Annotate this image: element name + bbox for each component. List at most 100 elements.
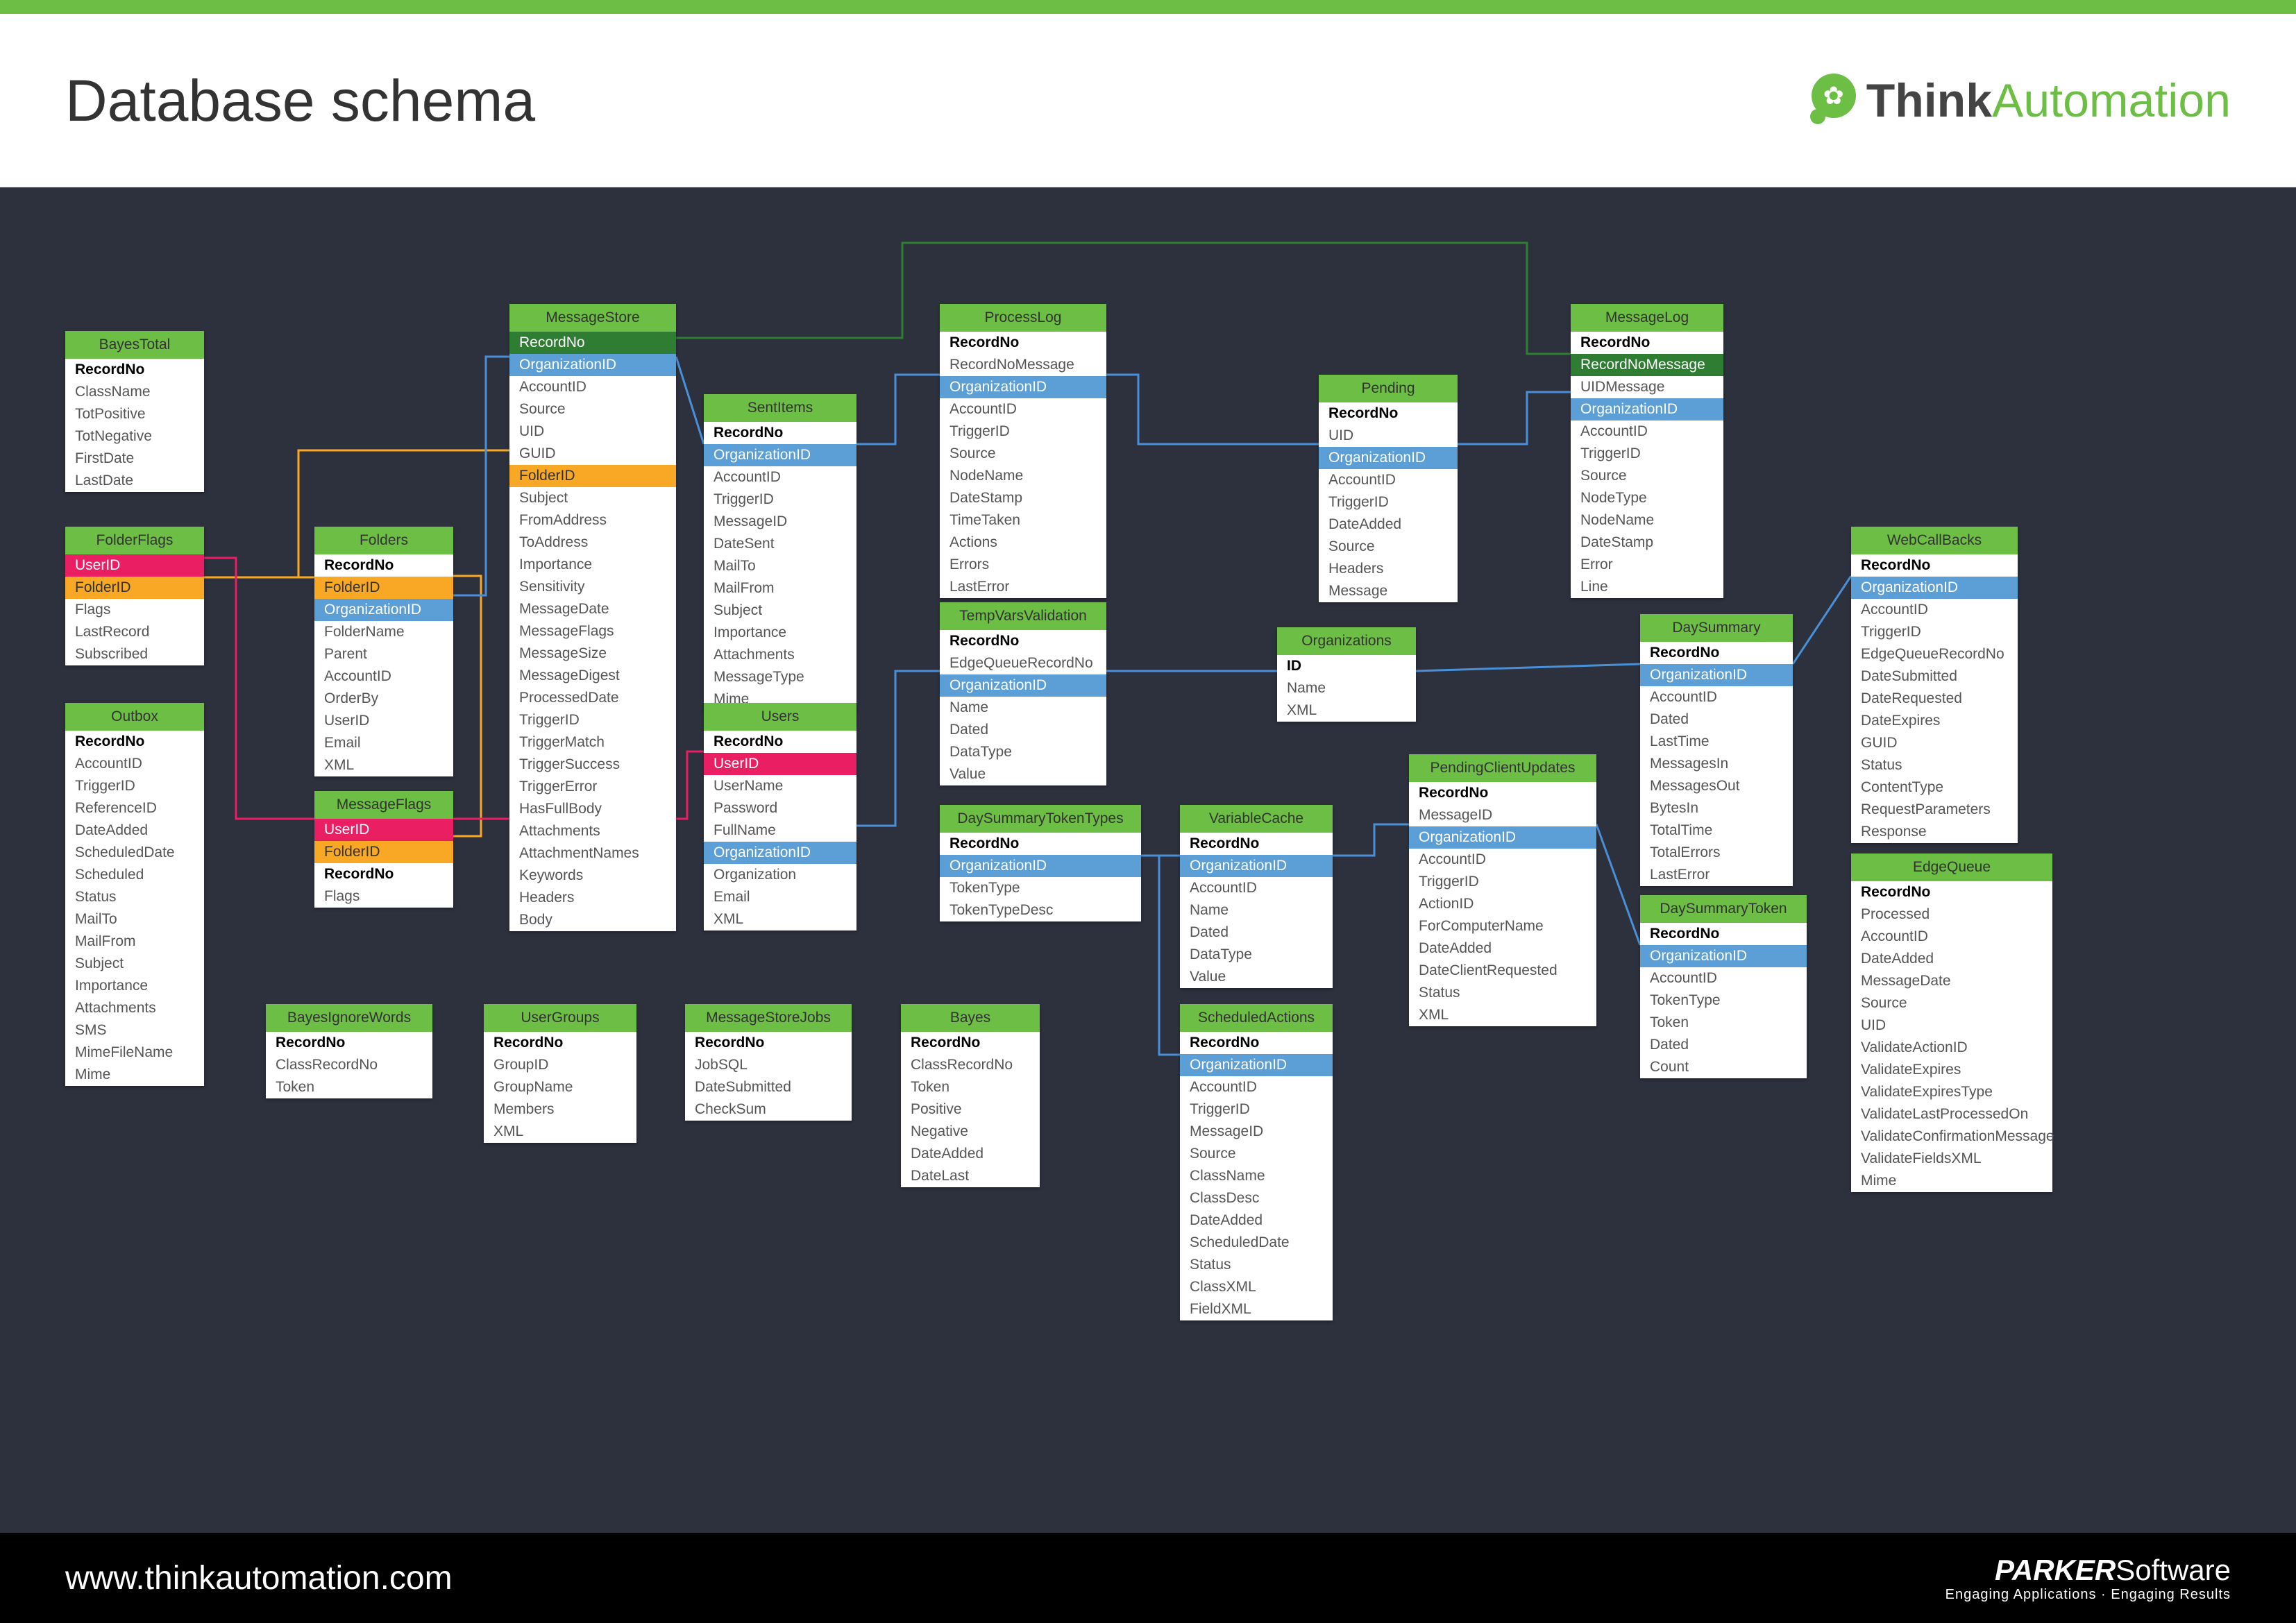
table-row: ClassRecordNo xyxy=(266,1054,432,1076)
table-row: NodeType xyxy=(1571,487,1723,509)
table-row: Subject xyxy=(65,953,204,975)
table-row: Sensitivity xyxy=(509,576,676,598)
table-row: OrganizationID xyxy=(1180,855,1333,877)
table-row: ValidateExpiresType xyxy=(1851,1081,2052,1103)
table-row: AccountID xyxy=(1640,967,1807,989)
table-row: Status xyxy=(1851,754,2018,776)
table-row: Negative xyxy=(901,1121,1040,1143)
table-row: OrganizationID xyxy=(940,855,1141,877)
table-row: GUID xyxy=(1851,732,2018,754)
table-row: OrganizationID xyxy=(1409,826,1596,849)
table-row: RequestParameters xyxy=(1851,799,2018,821)
table-row: AccountID xyxy=(1851,599,2018,621)
table-row: Error xyxy=(1571,554,1723,576)
table-row: DateSent xyxy=(704,533,856,555)
parker-bold: PARKER xyxy=(1995,1554,2116,1586)
table-folderflags: FolderFlagsUserIDFolderIDFlagsLastRecord… xyxy=(65,527,204,665)
table-row: Token xyxy=(266,1076,432,1098)
table-row: TotalTime xyxy=(1640,819,1793,842)
table-row: TokenType xyxy=(1640,989,1807,1012)
gear-icon xyxy=(1802,74,1856,128)
table-row: RecordNo xyxy=(685,1032,852,1054)
table-edgequeue: EdgeQueueRecordNoProcessedAccountIDDateA… xyxy=(1851,853,2052,1192)
parker-logo: PARKERSoftware Engaging Applications · E… xyxy=(1945,1554,2231,1603)
table-row: OrderBy xyxy=(314,688,453,710)
table-row: FirstDate xyxy=(65,448,204,470)
table-row: UID xyxy=(509,420,676,443)
table-header: FolderFlags xyxy=(65,527,204,554)
table-row: TokenType xyxy=(940,877,1141,899)
table-row: Subject xyxy=(509,487,676,509)
table-row: TriggerError xyxy=(509,776,676,798)
table-row: LastError xyxy=(940,576,1106,598)
table-row: Line xyxy=(1571,576,1723,598)
table-row: Status xyxy=(65,886,204,908)
table-row: DateAdded xyxy=(65,819,204,842)
table-daysummary: DaySummaryRecordNoOrganizationIDAccountI… xyxy=(1640,614,1793,886)
table-row: OrganizationID xyxy=(1640,945,1807,967)
table-header: DaySummary xyxy=(1640,614,1793,642)
table-row: UserID xyxy=(704,753,856,775)
table-row: XML xyxy=(314,754,453,776)
table-row: RecordNo xyxy=(314,863,453,885)
table-row: MimeFileName xyxy=(65,1042,204,1064)
table-row: TotalErrors xyxy=(1640,842,1793,864)
header: Database schema ThinkAutomation xyxy=(0,14,2296,187)
table-row: FolderID xyxy=(509,465,676,487)
table-row: MailTo xyxy=(704,555,856,577)
table-bayes: BayesRecordNoClassRecordNoTokenPositiveN… xyxy=(901,1004,1040,1187)
table-row: GroupID xyxy=(484,1054,636,1076)
table-row: FolderID xyxy=(65,577,204,599)
table-row: DataType xyxy=(940,741,1106,763)
table-row: Processed xyxy=(1851,903,2052,926)
table-row: XML xyxy=(1277,699,1416,722)
table-header: Users xyxy=(704,703,856,731)
table-row: SMS xyxy=(65,1019,204,1042)
table-row: Headers xyxy=(1319,558,1458,580)
table-webcallbacks: WebCallBacksRecordNoOrganizationIDAccoun… xyxy=(1851,527,2018,843)
table-row: TriggerID xyxy=(1409,871,1596,893)
table-row: ValidateFieldsXML xyxy=(1851,1148,2052,1170)
table-scheduledactions: ScheduledActionsRecordNoOrganizationIDAc… xyxy=(1180,1004,1333,1320)
table-row: MessageID xyxy=(704,511,856,533)
table-usergroups: UserGroupsRecordNoGroupIDGroupNameMember… xyxy=(484,1004,636,1143)
table-row: ProcessedDate xyxy=(509,687,676,709)
table-row: Subject xyxy=(704,600,856,622)
table-row: AccountID xyxy=(1180,877,1333,899)
table-row: LastTime xyxy=(1640,731,1793,753)
table-row: DataType xyxy=(1180,944,1333,966)
table-row: UserName xyxy=(704,775,856,797)
table-row: AccountID xyxy=(1409,849,1596,871)
table-row: Actions xyxy=(940,532,1106,554)
table-row: Scheduled xyxy=(65,864,204,886)
table-header: SentItems xyxy=(704,394,856,422)
table-row: ScheduledDate xyxy=(1180,1232,1333,1254)
table-row: Importance xyxy=(65,975,204,997)
table-row: Source xyxy=(1319,536,1458,558)
table-row: ContentType xyxy=(1851,776,2018,799)
table-row: TokenTypeDesc xyxy=(940,899,1141,921)
table-header: TempVarsValidation xyxy=(940,602,1106,630)
table-row: ForComputerName xyxy=(1409,915,1596,937)
table-row: BytesIn xyxy=(1640,797,1793,819)
logo: ThinkAutomation xyxy=(1802,74,2231,128)
table-row: Status xyxy=(1409,982,1596,1004)
table-row: TriggerID xyxy=(1571,443,1723,465)
table-row: ClassDesc xyxy=(1180,1187,1333,1209)
table-row: RecordNo xyxy=(1409,782,1596,804)
table-row: Keywords xyxy=(509,865,676,887)
table-row: Source xyxy=(1571,465,1723,487)
table-row: DateStamp xyxy=(1571,532,1723,554)
table-row: XML xyxy=(704,908,856,931)
table-row: Members xyxy=(484,1098,636,1121)
table-row: AccountID xyxy=(1319,469,1458,491)
footer-url: www.thinkautomation.com xyxy=(65,1559,453,1597)
table-row: ClassName xyxy=(1180,1165,1333,1187)
table-row: TriggerSuccess xyxy=(509,754,676,776)
table-row: Importance xyxy=(704,622,856,644)
table-pendingclientupdates: PendingClientUpdatesRecordNoMessageIDOrg… xyxy=(1409,754,1596,1026)
table-row: RecordNo xyxy=(1851,881,2052,903)
table-row: Source xyxy=(940,443,1106,465)
table-row: UserID xyxy=(65,554,204,577)
table-row: Organization xyxy=(704,864,856,886)
